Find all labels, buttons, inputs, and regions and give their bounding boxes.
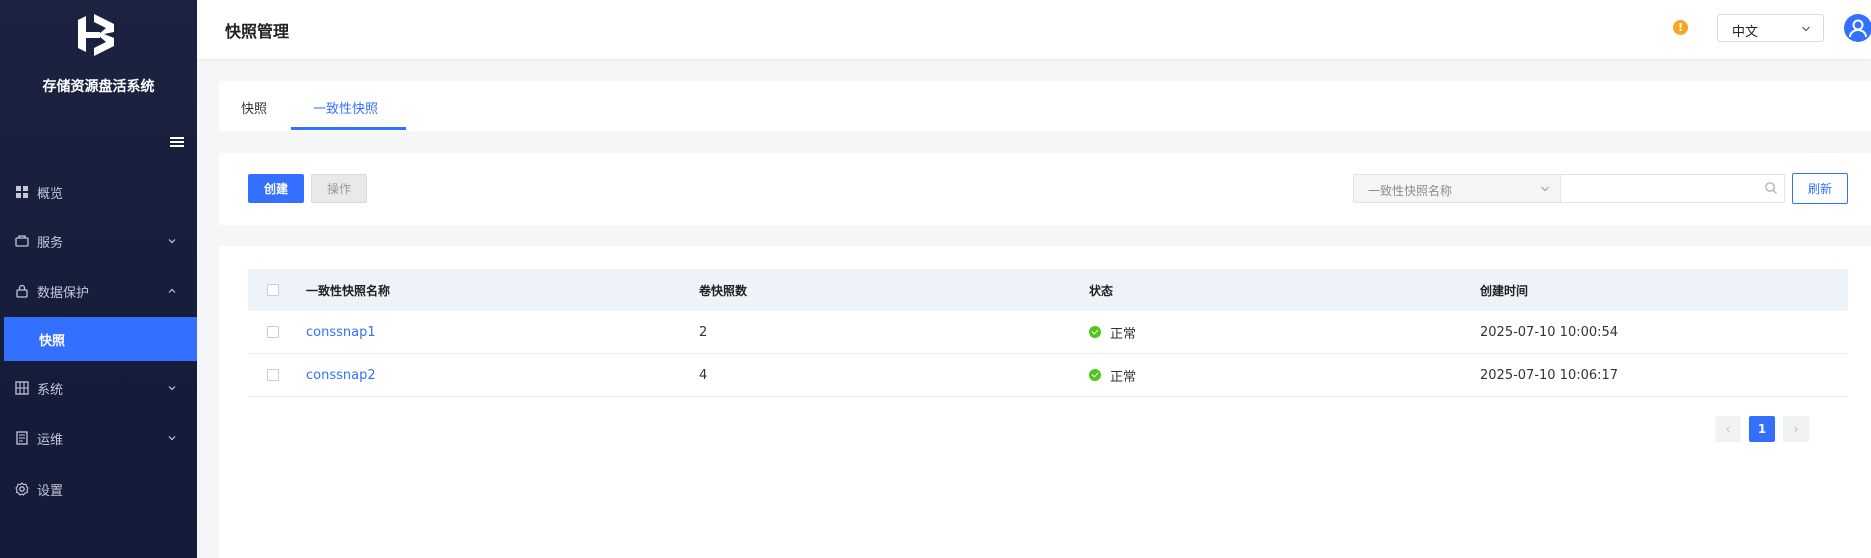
- status-text: 正常: [1110, 326, 1137, 342]
- lock-icon: [16, 284, 28, 298]
- snapshot-table: 一致性快照名称 卷快照数 状态 创建时间 conssnap1 2 正常 2025…: [248, 269, 1848, 397]
- logo-icon: [78, 14, 114, 56]
- row-checkbox[interactable]: [267, 369, 279, 381]
- column-header-count[interactable]: 卷快照数: [699, 269, 747, 311]
- sidebar-item-snapshot[interactable]: 快照: [4, 317, 197, 361]
- system-title: 存储资源盘活系统: [42, 79, 155, 95]
- active-tab-indicator: [291, 127, 406, 130]
- row-checkbox[interactable]: [267, 326, 279, 338]
- sidebar-item-label: 系统: [37, 382, 64, 398]
- chevron-down-icon: [168, 386, 176, 391]
- chevron-down-icon: [1802, 26, 1810, 32]
- search-field-value: 一致性快照名称: [1368, 184, 1453, 198]
- table-row: conssnap2 4 正常 2025-07-10 10:06:17: [248, 354, 1848, 397]
- page-title: 快照管理: [225, 22, 290, 41]
- column-header-status[interactable]: 状态: [1089, 269, 1113, 311]
- chevron-down-icon: [168, 436, 176, 441]
- column-header-created[interactable]: 创建时间: [1480, 269, 1528, 311]
- select-all-checkbox[interactable]: [267, 284, 279, 296]
- system-icon: [15, 381, 29, 395]
- status-cell: 正常: [1089, 311, 1136, 353]
- table-header: 一致性快照名称 卷快照数 状态 创建时间: [248, 269, 1848, 311]
- sidebar: 存储资源盘活系统 概览 服务 数据保护 快照 系统 运维 设置: [0, 0, 197, 558]
- language-select[interactable]: 中文: [1717, 14, 1824, 42]
- created-time: 2025-07-10 10:00:54: [1480, 324, 1619, 340]
- snapshot-name-link[interactable]: conssnap2: [306, 354, 376, 396]
- gear-icon: [15, 482, 29, 496]
- snapshot-count: 2: [699, 324, 708, 340]
- menu-collapse-icon[interactable]: [170, 137, 184, 151]
- sidebar-item-overview[interactable]: 概览: [0, 170, 197, 214]
- tab-consistency-snapshot[interactable]: 一致性快照: [313, 98, 378, 117]
- check-circle-icon: [1089, 326, 1101, 338]
- sidebar-item-label: 概览: [37, 186, 64, 202]
- operate-button[interactable]: 操作: [311, 174, 367, 203]
- sidebar-item-label: 服务: [37, 235, 64, 251]
- sidebar-item-service[interactable]: 服务: [0, 219, 197, 263]
- search-field-select[interactable]: 一致性快照名称: [1353, 174, 1561, 203]
- chevron-down-icon: [1541, 186, 1549, 192]
- top-header: 快照管理 ! 中文: [197, 0, 1871, 59]
- sidebar-item-data-protection[interactable]: 数据保护: [0, 269, 197, 313]
- sidebar-item-ops[interactable]: 运维: [0, 416, 197, 460]
- created-time: 2025-07-10 10:06:17: [1480, 367, 1619, 383]
- snapshot-name-link[interactable]: conssnap1: [306, 311, 376, 353]
- table-row: conssnap1 2 正常 2025-07-10 10:00:54: [248, 311, 1848, 354]
- status-text: 正常: [1110, 369, 1137, 385]
- search-icon[interactable]: [1764, 181, 1778, 195]
- refresh-button[interactable]: 刷新: [1792, 173, 1848, 204]
- language-value: 中文: [1732, 25, 1759, 40]
- toolbar: 创建 操作 一致性快照名称 刷新: [219, 153, 1871, 225]
- warning-icon[interactable]: !: [1673, 20, 1688, 35]
- snapshot-count: 4: [699, 367, 708, 383]
- user-avatar-icon[interactable]: [1844, 14, 1871, 42]
- chevron-up-icon: [168, 288, 176, 293]
- sidebar-item-label: 快照: [39, 333, 66, 349]
- dashboard-icon: [16, 186, 28, 198]
- table-panel: 一致性快照名称 卷快照数 状态 创建时间 conssnap1 2 正常 2025…: [219, 246, 1871, 558]
- sidebar-item-label: 设置: [37, 483, 64, 499]
- ops-icon: [16, 431, 28, 445]
- chevron-down-icon: [168, 239, 176, 244]
- check-circle-icon: [1089, 369, 1101, 381]
- sidebar-item-label: 运维: [37, 432, 64, 448]
- search-input[interactable]: [1561, 174, 1785, 203]
- column-header-name[interactable]: 一致性快照名称: [306, 269, 390, 311]
- next-page-button[interactable]: ›: [1783, 416, 1809, 442]
- service-icon: [15, 235, 29, 247]
- prev-page-button[interactable]: ‹: [1715, 416, 1741, 442]
- page-button-current[interactable]: 1: [1749, 416, 1775, 442]
- sidebar-item-system[interactable]: 系统: [0, 366, 197, 410]
- status-cell: 正常: [1089, 354, 1136, 396]
- sidebar-item-label: 数据保护: [37, 285, 90, 301]
- create-button[interactable]: 创建: [248, 174, 304, 203]
- tabs-bar: 快照 一致性快照: [219, 81, 1871, 131]
- pagination: ‹ 1 ›: [1715, 416, 1809, 442]
- sidebar-item-settings[interactable]: 设置: [0, 467, 197, 511]
- tab-snapshot[interactable]: 快照: [241, 98, 267, 117]
